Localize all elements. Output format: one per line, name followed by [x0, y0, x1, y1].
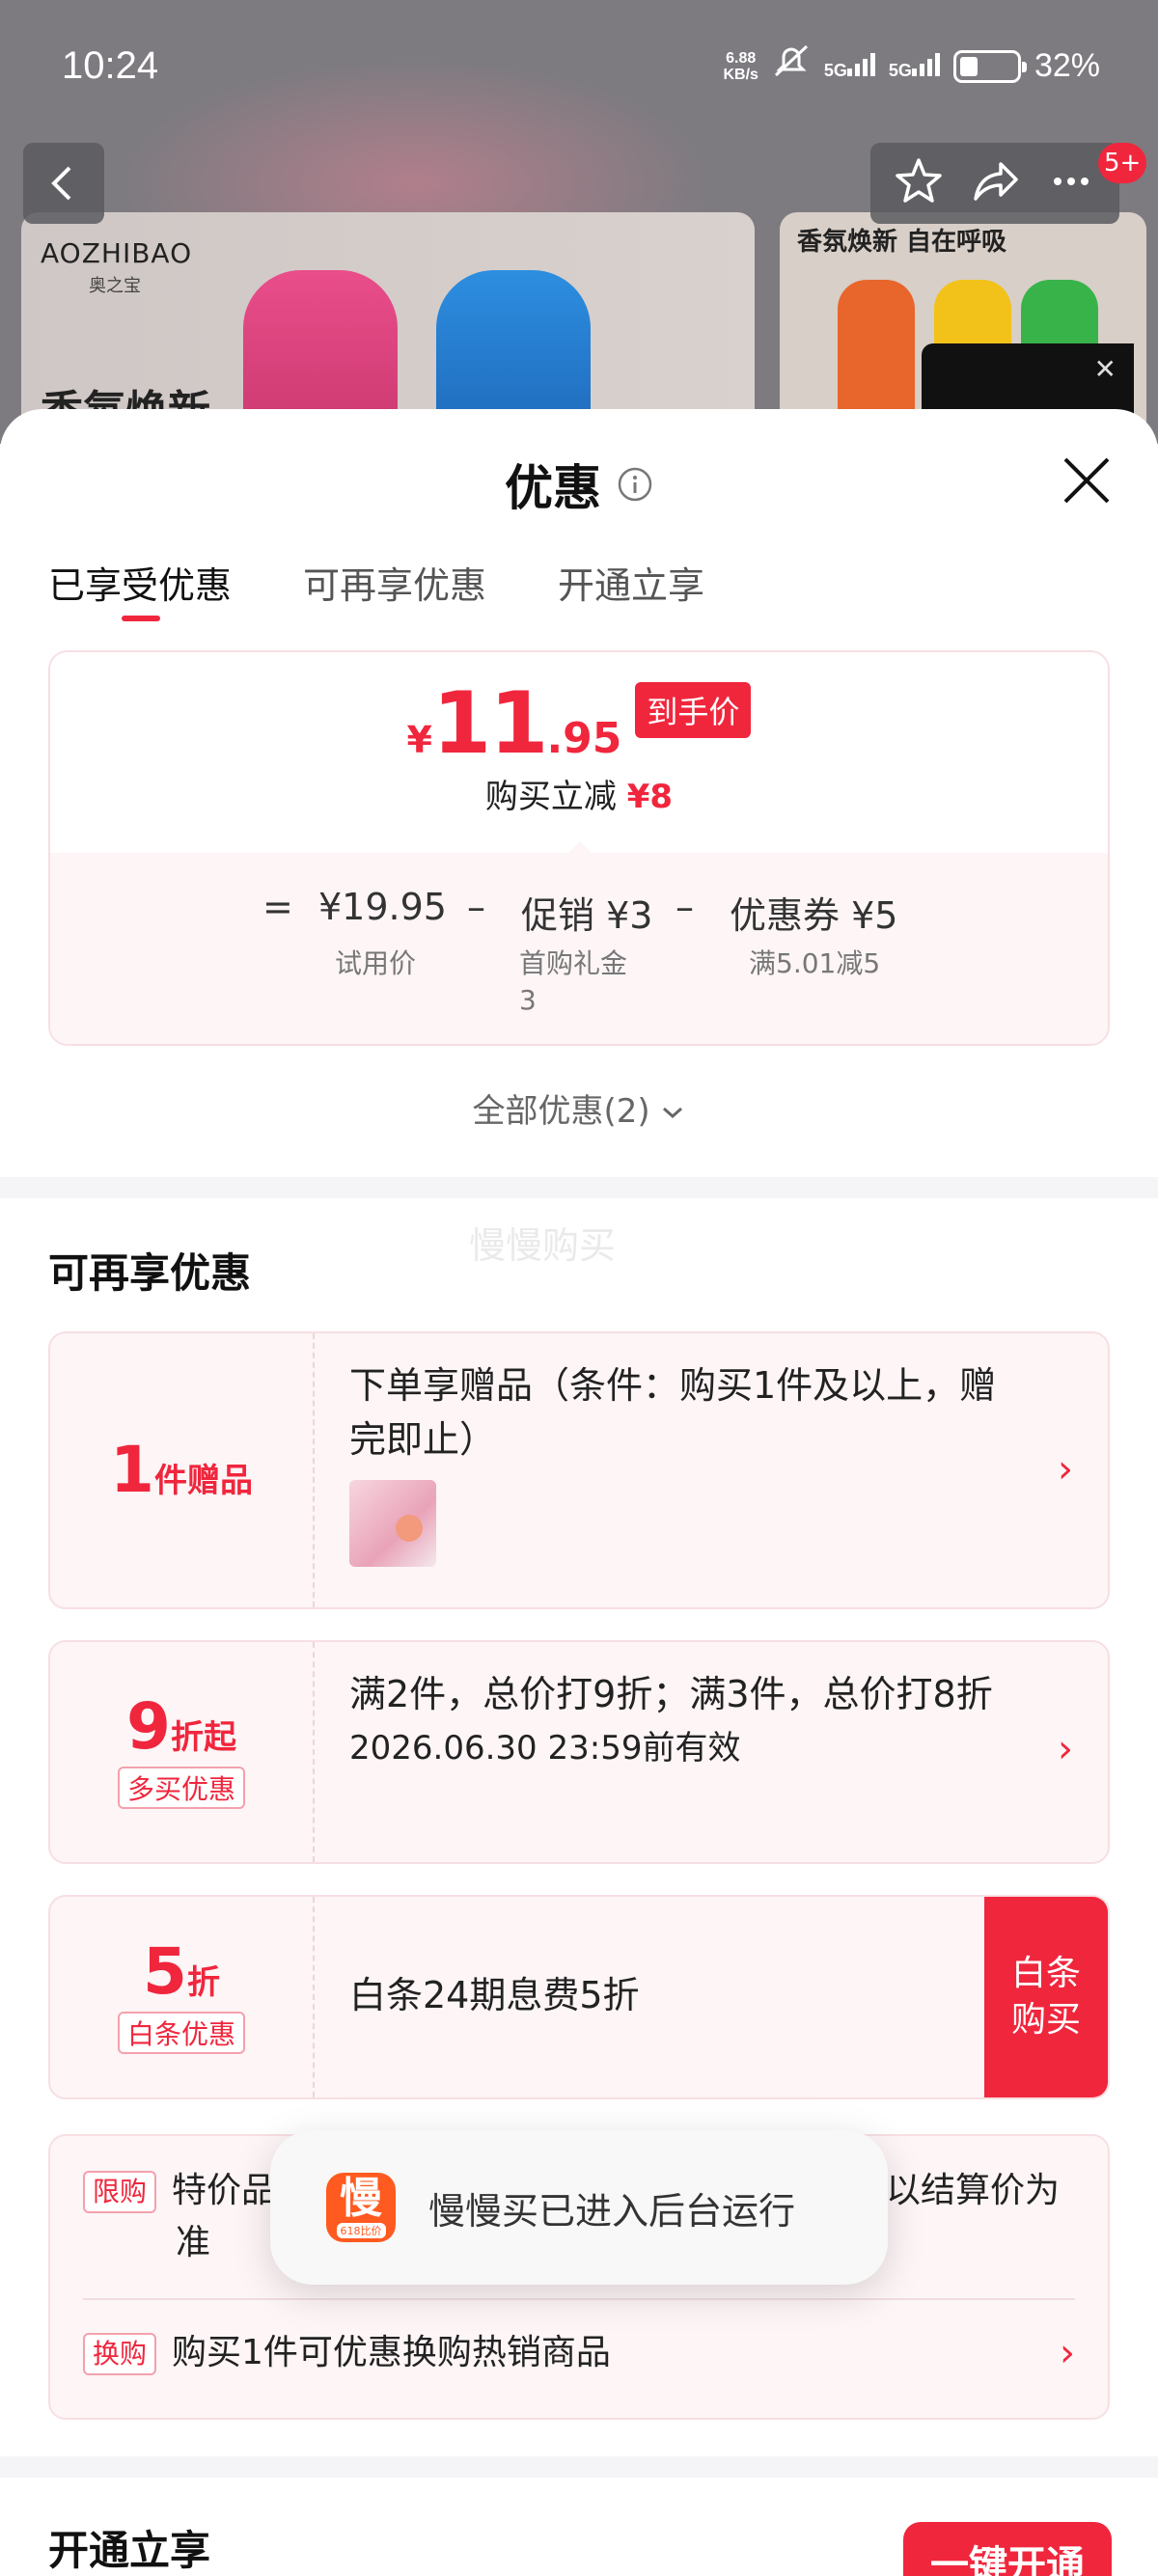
brand-subtitle: 奥之宝	[89, 276, 141, 296]
chevron-right-icon: ›	[1058, 1447, 1073, 1492]
status-time: 10:24	[62, 44, 159, 87]
toast-message: 慢慢买已进入后台运行	[428, 2189, 796, 2233]
sheet-header: 优惠	[0, 450, 1158, 519]
tab-enjoyed-offers[interactable]: 已享受优惠	[48, 556, 232, 621]
one-click-open-button[interactable]: 一键开通	[903, 2522, 1112, 2576]
top-action-bar	[870, 143, 1119, 224]
tab-open-offers[interactable]: 开通立享	[558, 556, 704, 609]
offer-tabs: 已享受优惠 可再享优惠 开通立享	[48, 556, 704, 621]
base-price-label: 试用价	[335, 947, 417, 979]
instant-discount: 购买立减 ¥8	[484, 778, 674, 816]
info-icon[interactable]	[617, 466, 653, 503]
coupon-discount: 优惠券 ¥5	[730, 894, 898, 937]
price-breakdown: = ¥19.95 – 促销 ¥3 – 优惠券 ¥5 试用价 首购礼金 3 满5.…	[50, 853, 1108, 1044]
back-button[interactable]	[23, 143, 104, 224]
notification-badge: 5+	[1098, 143, 1147, 183]
favorite-star-icon[interactable]	[892, 154, 946, 212]
chevron-down-icon	[663, 1107, 683, 1119]
coupon-label: 满5.01减5	[749, 947, 881, 979]
close-icon	[1063, 457, 1110, 504]
multi-buy-offer-card[interactable]: 9折起 多买优惠 满2件，总价打9折；满3件，总价打8折 2026.06.30 …	[48, 1640, 1110, 1864]
more-icon[interactable]	[1044, 154, 1098, 212]
baitiao-offer-card: 5折 白条优惠 白条24期息费5折 白条购买	[48, 1895, 1110, 2099]
final-price-card: ¥ 11 .95 到手价 购买立减 ¥8 = ¥19.95 – 促销 ¥3 – …	[48, 650, 1110, 1046]
battery-percent: 32%	[1034, 47, 1100, 84]
final-price-tag: 到手价	[635, 682, 752, 738]
baitiao-buy-button[interactable]: 白条购买	[984, 1897, 1108, 2097]
network-speed: 6.88 KB/s	[723, 49, 758, 83]
promo-discount: 促销 ¥3	[521, 894, 653, 937]
section-divider	[0, 2456, 1158, 2478]
status-icons: 6.88 KB/s 5G 5G 32%	[723, 44, 1100, 88]
exchange-purchase-row[interactable]: 换购 购买1件可优惠换购热销商品 ›	[83, 2327, 1075, 2379]
chevron-right-icon: ›	[1060, 2331, 1075, 2375]
open-section-title: 开通立享	[48, 2527, 211, 2574]
sheet-title: 优惠	[505, 460, 601, 516]
background-run-toast: 慢 618比价 慢慢买已进入后台运行	[270, 2130, 888, 2285]
close-button[interactable]	[1058, 452, 1116, 509]
mute-icon	[772, 44, 811, 88]
baitiao-tag: 白条优惠	[117, 2012, 245, 2054]
section-divider	[0, 1177, 1158, 1198]
chevron-right-icon: ›	[1058, 1727, 1073, 1771]
brand-logo: AOZHIBAO	[41, 237, 193, 269]
status-bar: 10:24 6.88 KB/s 5G 5G 32%	[0, 0, 1158, 135]
gift-product-thumbnail[interactable]	[349, 1480, 436, 1567]
watermark: 慢慢购买	[469, 1224, 617, 1267]
close-icon[interactable]: ✕	[1094, 353, 1117, 385]
offer-valid-until: 2026.06.30 23:59前有效	[349, 1729, 741, 1768]
final-price: ¥ 11 .95 到手价	[50, 681, 1108, 766]
base-price: ¥19.95	[318, 886, 447, 928]
all-offers-toggle[interactable]: 全部优惠(2)	[0, 1084, 1158, 1132]
share-icon[interactable]	[968, 154, 1022, 212]
limit-purchase-badge: 限购	[83, 2171, 157, 2213]
signal-5g-icon-2: 5G	[889, 47, 940, 85]
multi-buy-tag: 多买优惠	[117, 1767, 245, 1809]
minus-sign: –	[467, 886, 485, 928]
multi-buy-offer-text: 满2件，总价打9折；满3件，总价打8折	[349, 1673, 993, 1715]
baitiao-offer-text: 白条24期息费5折	[349, 1974, 640, 2016]
minus-sign: –	[676, 886, 694, 928]
battery-icon	[952, 49, 1027, 83]
equals-sign: =	[262, 886, 293, 928]
gift-offer-text: 下单享赠品（条件：购买1件及以上，赠完即止）	[349, 1364, 997, 1461]
chevron-left-icon	[51, 166, 71, 201]
tab-more-offers[interactable]: 可再享优惠	[303, 556, 486, 609]
promo-label: 首购礼金 3	[519, 947, 628, 1016]
signal-5g-icon: 5G	[824, 47, 875, 85]
exchange-badge: 换购	[83, 2333, 157, 2375]
app-logo-icon: 慢 618比价	[326, 2173, 396, 2242]
more-offers-title: 可再享优惠	[48, 1249, 252, 1297]
banner-secondary-title: 香氛焕新 自在呼吸	[797, 228, 1007, 257]
gift-offer-card[interactable]: 1件赠品 下单享赠品（条件：购买1件及以上，赠完即止） ›	[48, 1331, 1110, 1609]
